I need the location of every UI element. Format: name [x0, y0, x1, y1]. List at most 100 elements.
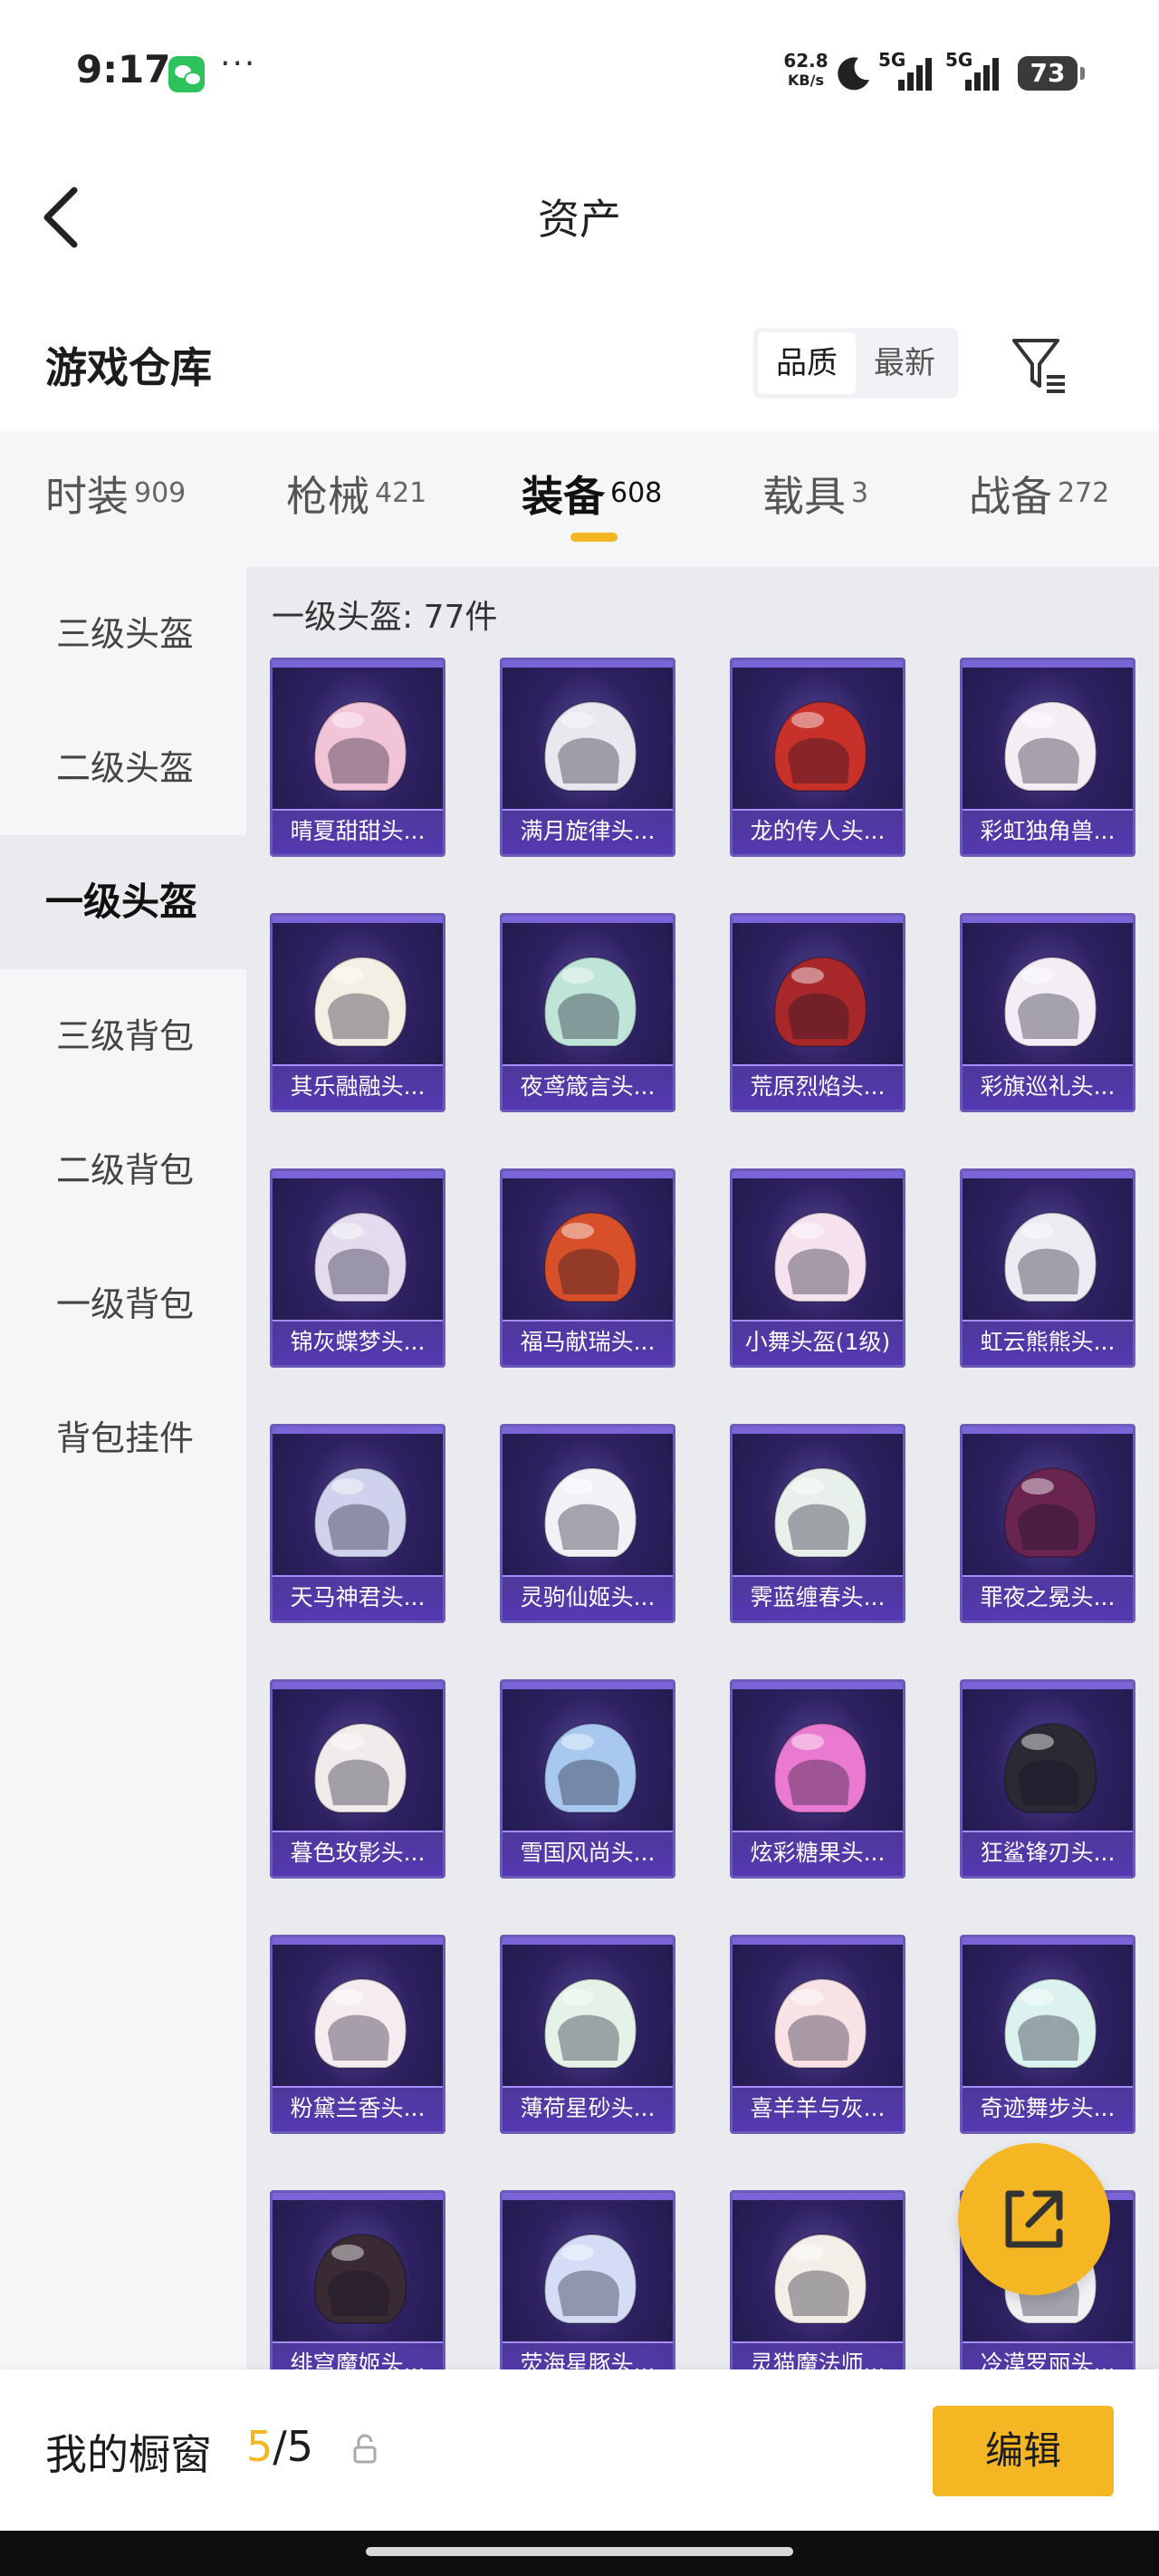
- item-name: 满月旋律头...: [503, 809, 673, 854]
- tab-combat-gear[interactable]: 战备 272: [969, 464, 1109, 536]
- signal-1-icon: 5G: [878, 49, 942, 94]
- item-card[interactable]: 罪夜之冕头...: [960, 1424, 1135, 1623]
- tab-count: 3: [851, 477, 869, 509]
- tab-vehicles[interactable]: 载具 3: [762, 464, 868, 536]
- helmet-icon: [543, 1722, 637, 1813]
- item-name: 粉黛兰香头...: [273, 2086, 443, 2131]
- item-name: 小舞头盔(1级): [733, 1320, 903, 1365]
- status-bar: 9:17 ··· 62.8 KB/s 5G 5G 73: [0, 0, 1159, 145]
- item-card[interactable]: 荒原烈焰头...: [730, 913, 905, 1112]
- showcase-bar: 我的橱窗 5/5 编辑: [0, 2369, 1159, 2531]
- helmet-icon: [313, 1977, 407, 2069]
- item-card[interactable]: 满月旋律头...: [500, 658, 675, 857]
- item-card[interactable]: 暮色玫影头...: [270, 1679, 445, 1879]
- item-card[interactable]: 粉黛兰香头...: [270, 1935, 445, 2134]
- item-card[interactable]: 狂鲨锋刃头...: [960, 1679, 1135, 1879]
- item-card[interactable]: 喜羊羊与灰...: [730, 1935, 905, 2134]
- item-name: 夜鸢箴言头...: [503, 1064, 673, 1110]
- showcase-title: 我的橱窗: [45, 2430, 212, 2479]
- do-not-disturb-moon-icon: [838, 57, 869, 91]
- item-name: 荒原烈焰头...: [733, 1064, 903, 1110]
- helmet-icon: [313, 700, 407, 792]
- helmet-icon: [1003, 700, 1097, 792]
- item-card[interactable]: 绯穹魔姬头...: [270, 2190, 445, 2369]
- section-title: 一级头盔: 77件: [272, 599, 498, 636]
- helmet-icon: [1003, 1977, 1097, 2069]
- helmet-icon: [543, 1211, 637, 1302]
- item-card[interactable]: 晴夏甜甜头...: [270, 658, 445, 857]
- item-name: 彩虹独角兽...: [963, 809, 1133, 854]
- helmet-icon: [1003, 1211, 1097, 1302]
- item-card[interactable]: 锦灰蝶梦头...: [270, 1168, 445, 1368]
- network-speed: 62.8 KB/s: [781, 51, 831, 91]
- item-name: 狂鲨锋刃头...: [963, 1831, 1133, 1876]
- item-name: 福马献瑞头...: [503, 1320, 673, 1365]
- status-time: 9:17: [76, 47, 171, 91]
- helmet-icon: [1003, 956, 1097, 1047]
- item-card[interactable]: 小舞头盔(1级): [730, 1168, 905, 1368]
- item-name: 其乐融融头...: [273, 1064, 443, 1110]
- item-name: 喜羊羊与灰...: [733, 2086, 903, 2131]
- sidebar-item-level2-helmet[interactable]: 二级头盔: [0, 701, 246, 835]
- sidebar-item-level1-helmet[interactable]: 一级头盔: [0, 835, 246, 969]
- item-card[interactable]: 虹云熊熊头...: [960, 1168, 1135, 1368]
- tab-equipment[interactable]: 装备 608: [522, 464, 663, 542]
- item-card[interactable]: 灵驹仙姬头...: [500, 1424, 675, 1623]
- item-name: 天马神君头...: [273, 1575, 443, 1620]
- item-grid-panel: 一级头盔: 77件 晴夏甜甜头... 满月旋律头... 龙的传人头... 彩虹独角兽.…: [246, 567, 1159, 2369]
- item-card[interactable]: 龙的传人头...: [730, 658, 905, 857]
- item-card[interactable]: 福马献瑞头...: [500, 1168, 675, 1368]
- category-tabs: 时装 909 枪械 421 装备 608 载具 3 战备 272: [0, 431, 1159, 567]
- sidebar-item-level2-backpack[interactable]: 二级背包: [0, 1103, 246, 1237]
- item-name: 罪夜之冕头...: [963, 1575, 1133, 1620]
- item-card[interactable]: 雪国风尚头...: [500, 1679, 675, 1879]
- item-card[interactable]: 荧海星豚头...: [500, 2190, 675, 2369]
- signal-1-label: 5G: [878, 49, 906, 71]
- item-card[interactable]: 彩虹独角兽...: [960, 658, 1135, 857]
- sort-option-newest[interactable]: 最新: [856, 332, 953, 394]
- showcase-count: 5/5: [246, 2422, 313, 2471]
- edit-button[interactable]: 编辑: [933, 2406, 1114, 2496]
- filter-icon[interactable]: [1011, 333, 1068, 397]
- share-button[interactable]: [958, 2143, 1110, 2295]
- item-card[interactable]: 天马神君头...: [270, 1424, 445, 1623]
- warehouse-title: 游戏仓库: [45, 343, 212, 392]
- system-navigation-bar: [0, 2531, 1159, 2576]
- tab-count: 272: [1058, 477, 1110, 509]
- item-card[interactable]: 夜鸢箴言头...: [500, 913, 675, 1112]
- helmet-icon: [543, 2233, 637, 2324]
- tab-fashion[interactable]: 时装 909: [45, 464, 186, 536]
- active-tab-indicator: [570, 533, 618, 542]
- item-name: 奇迹舞步头...: [963, 2086, 1133, 2131]
- sidebar-item-level3-backpack[interactable]: 三级背包: [0, 969, 246, 1103]
- item-name: 锦灰蝶梦头...: [273, 1320, 443, 1365]
- tab-label: 载具: [762, 472, 846, 521]
- item-card[interactable]: 奇迹舞步头...: [960, 1935, 1135, 2134]
- helmet-icon: [543, 700, 637, 792]
- item-card[interactable]: 霁蓝缠春头...: [730, 1424, 905, 1623]
- item-card[interactable]: 炫彩糖果头...: [730, 1679, 905, 1879]
- item-name: 暮色玫影头...: [273, 1831, 443, 1876]
- tab-firearms[interactable]: 枪械 421: [286, 464, 426, 536]
- item-card[interactable]: 薄荷星砂头...: [500, 1935, 675, 2134]
- home-gesture-handle[interactable]: [366, 2547, 793, 2556]
- page-title: 资产: [538, 195, 621, 244]
- tab-label: 枪械: [286, 472, 369, 521]
- helmet-icon: [1003, 1722, 1097, 1813]
- tab-count: 608: [610, 477, 663, 509]
- helmet-icon: [543, 956, 637, 1047]
- sidebar-item-backpack-charm[interactable]: 背包挂件: [0, 1371, 246, 1505]
- item-card[interactable]: 灵猫魔法师...: [730, 2190, 905, 2369]
- item-card[interactable]: 其乐融融头...: [270, 913, 445, 1112]
- item-card[interactable]: 彩旗巡礼头...: [960, 913, 1135, 1112]
- helmet-icon: [313, 956, 407, 1047]
- sidebar-item-level3-helmet[interactable]: 三级头盔: [0, 567, 246, 701]
- wechat-notification-icon: [168, 56, 205, 92]
- item-name: 霁蓝缠春头...: [733, 1575, 903, 1620]
- sidebar-item-level1-backpack[interactable]: 一级背包: [0, 1237, 246, 1371]
- lock-icon: [353, 2434, 377, 2464]
- helmet-icon: [773, 1211, 867, 1302]
- network-speed-value: 62.8: [783, 50, 829, 72]
- item-name: 彩旗巡礼头...: [963, 1064, 1133, 1110]
- sort-option-quality[interactable]: 品质: [758, 332, 856, 394]
